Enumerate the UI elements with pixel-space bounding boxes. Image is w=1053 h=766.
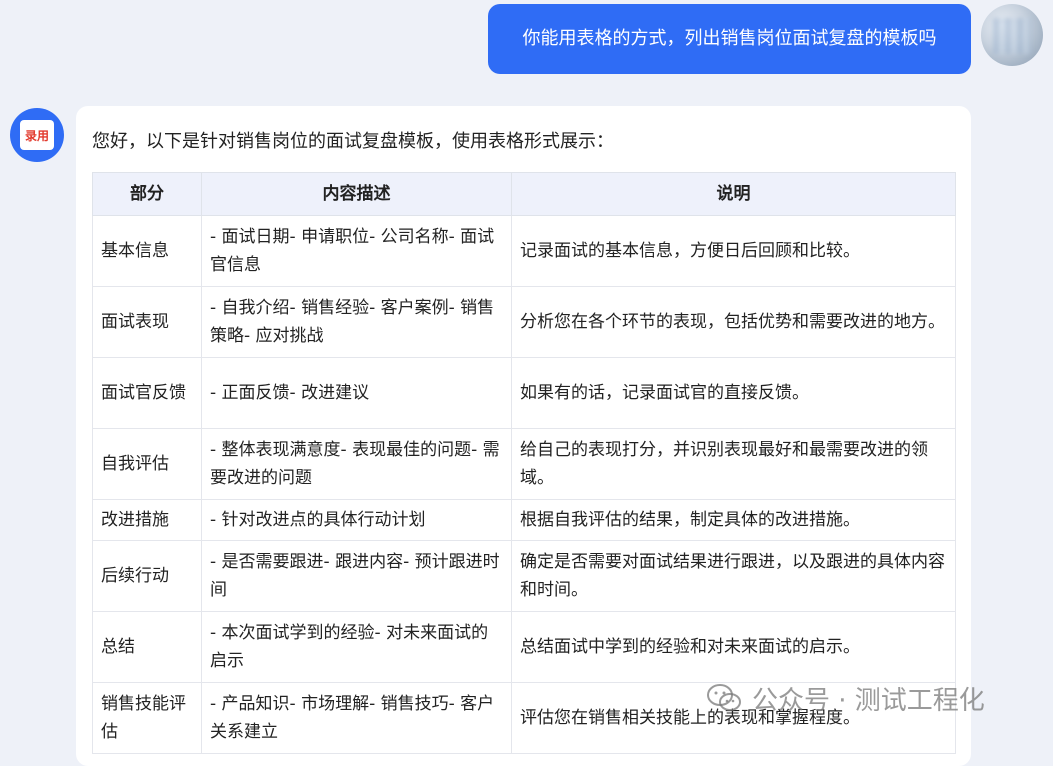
cell-content: - 面试日期- 申请职位- 公司名称- 面试官信息 (201, 215, 512, 287)
bot-intro-text: 您好，以下是针对销售岗位的面试复盘模板，使用表格形式展示： (92, 131, 614, 152)
cell-content: - 自我介绍- 销售经验- 客户案例- 销售策略- 应对挑战 (201, 286, 512, 358)
review-template-table: 部分 内容描述 说明 基本信息 - 面试日期- 申请职位- 公司名称- 面试官信… (92, 172, 956, 754)
cell-part: 面试官反馈 (92, 357, 202, 429)
watermark: 公众号 · 测试工程化 (706, 678, 985, 718)
cell-note: 给自己的表现打分，并识别表现最好和最需要改进的领域。 (511, 428, 956, 500)
header-part: 部分 (92, 172, 202, 216)
cell-note: 如果有的话，记录面试官的直接反馈。 (511, 357, 956, 429)
cell-note: 根据自我评估的结果，制定具体的改进措施。 (511, 499, 956, 541)
table-row: 面试表现 - 自我介绍- 销售经验- 客户案例- 销售策略- 应对挑战 分析您在… (92, 286, 956, 358)
cell-content: - 本次面试学到的经验- 对未来面试的启示 (201, 611, 512, 683)
cell-part: 后续行动 (92, 540, 202, 612)
table-row: 面试官反馈 - 正面反馈- 改进建议 如果有的话，记录面试官的直接反馈。 (92, 357, 956, 429)
bot-badge: 录用 (20, 120, 54, 150)
user-avatar[interactable] (981, 4, 1043, 66)
cell-content: - 产品知识- 市场理解- 销售技巧- 客户关系建立 (201, 682, 512, 754)
table-header-row: 部分 内容描述 说明 (92, 172, 956, 216)
cell-part: 自我评估 (92, 428, 202, 500)
cell-part: 改进措施 (92, 499, 202, 541)
table-row: 改进措施 - 针对改进点的具体行动计划 根据自我评估的结果，制定具体的改进措施。 (92, 499, 956, 541)
bot-avatar: 录用 (10, 108, 64, 162)
cell-note: 确定是否需要对面试结果进行跟进，以及跟进的具体内容和时间。 (511, 540, 956, 612)
table-row: 基本信息 - 面试日期- 申请职位- 公司名称- 面试官信息 记录面试的基本信息… (92, 215, 956, 287)
cell-content: - 正面反馈- 改进建议 (201, 357, 512, 429)
bot-message-card: 您好，以下是针对销售岗位的面试复盘模板，使用表格形式展示： 部分 内容描述 说明… (76, 106, 971, 766)
header-content: 内容描述 (201, 172, 512, 216)
cell-part: 基本信息 (92, 215, 202, 287)
table-row: 自我评估 - 整体表现满意度- 表现最佳的问题- 需要改进的问题 给自己的表现打… (92, 428, 956, 500)
table-row: 后续行动 - 是否需要跟进- 跟进内容- 预计跟进时间 确定是否需要对面试结果进… (92, 540, 956, 612)
avatar-image (993, 18, 1031, 54)
cell-part: 总结 (92, 611, 202, 683)
cell-content: - 针对改进点的具体行动计划 (201, 499, 512, 541)
cell-part: 面试表现 (92, 286, 202, 358)
cell-note: 总结面试中学到的经验和对未来面试的启示。 (511, 611, 956, 683)
cell-content: - 整体表现满意度- 表现最佳的问题- 需要改进的问题 (201, 428, 512, 500)
user-message-text: 你能用表格的方式，列出销售岗位面试复盘的模板吗 (522, 28, 937, 49)
wechat-icon (706, 683, 742, 713)
header-note: 说明 (511, 172, 956, 216)
cell-note: 分析您在各个环节的表现，包括优势和需要改进的地方。 (511, 286, 956, 358)
cell-note: 记录面试的基本信息，方便日后回顾和比较。 (511, 215, 956, 287)
user-message-bubble: 你能用表格的方式，列出销售岗位面试复盘的模板吗 (488, 4, 971, 74)
table-row: 总结 - 本次面试学到的经验- 对未来面试的启示 总结面试中学到的经验和对未来面… (92, 611, 956, 683)
cell-content: - 是否需要跟进- 跟进内容- 预计跟进时间 (201, 540, 512, 612)
cell-part: 销售技能评估 (92, 682, 202, 754)
watermark-text: 公众号 · 测试工程化 (752, 685, 985, 716)
